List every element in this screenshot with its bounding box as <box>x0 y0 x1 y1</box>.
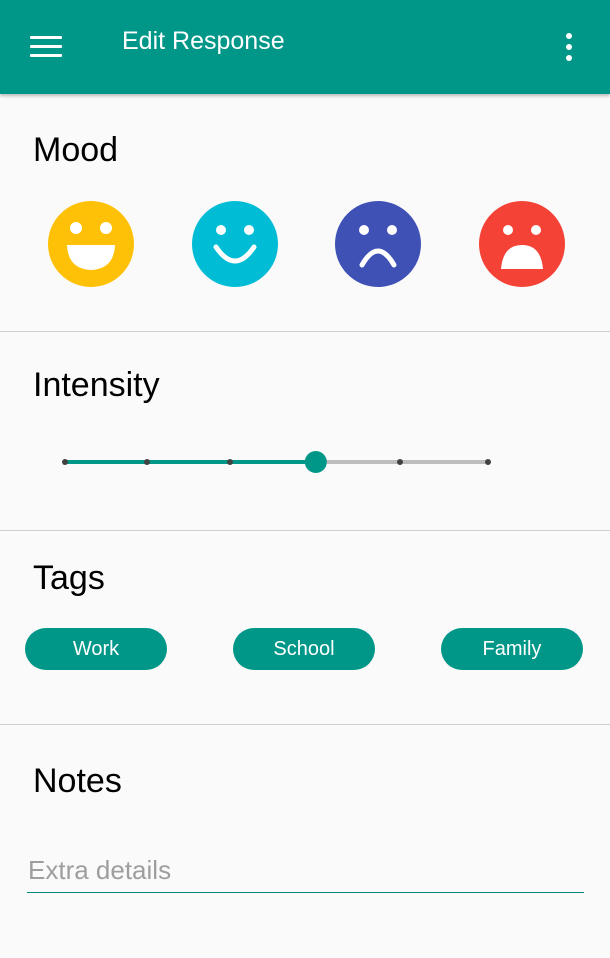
more-vert-icon[interactable] <box>556 30 582 64</box>
slider-thumb[interactable] <box>304 451 327 473</box>
very-happy-face-icon <box>48 201 134 287</box>
hamburger-menu-icon[interactable] <box>30 34 64 58</box>
app-bar: Edit Response <box>0 0 610 94</box>
mood-happy-button[interactable] <box>192 201 278 287</box>
very-sad-face-icon <box>479 201 565 287</box>
divider <box>0 724 610 725</box>
mood-sad-button[interactable] <box>335 201 421 287</box>
divider <box>0 331 610 332</box>
slider-tick <box>62 459 68 465</box>
happy-face-icon <box>192 201 278 287</box>
intensity-section-title: Intensity <box>33 366 160 404</box>
tags-section-title: Tags <box>33 559 105 597</box>
notes-section-title: Notes <box>33 762 122 800</box>
divider <box>0 530 610 531</box>
tag-chip-family[interactable]: Family <box>441 628 583 670</box>
slider-tick <box>397 459 403 465</box>
notes-input[interactable] <box>27 848 584 893</box>
mood-section-title: Mood <box>33 131 119 169</box>
sad-face-icon <box>335 201 421 287</box>
tag-chip-work[interactable]: Work <box>25 628 167 670</box>
tag-chip-school[interactable]: School <box>233 628 375 670</box>
slider-tick <box>227 459 233 465</box>
mood-very-happy-button[interactable] <box>48 201 134 287</box>
slider-tick <box>144 459 150 465</box>
mood-very-sad-button[interactable] <box>479 201 565 287</box>
slider-tick <box>485 459 491 465</box>
page-title: Edit Response <box>122 27 285 55</box>
intensity-slider[interactable] <box>0 440 610 484</box>
